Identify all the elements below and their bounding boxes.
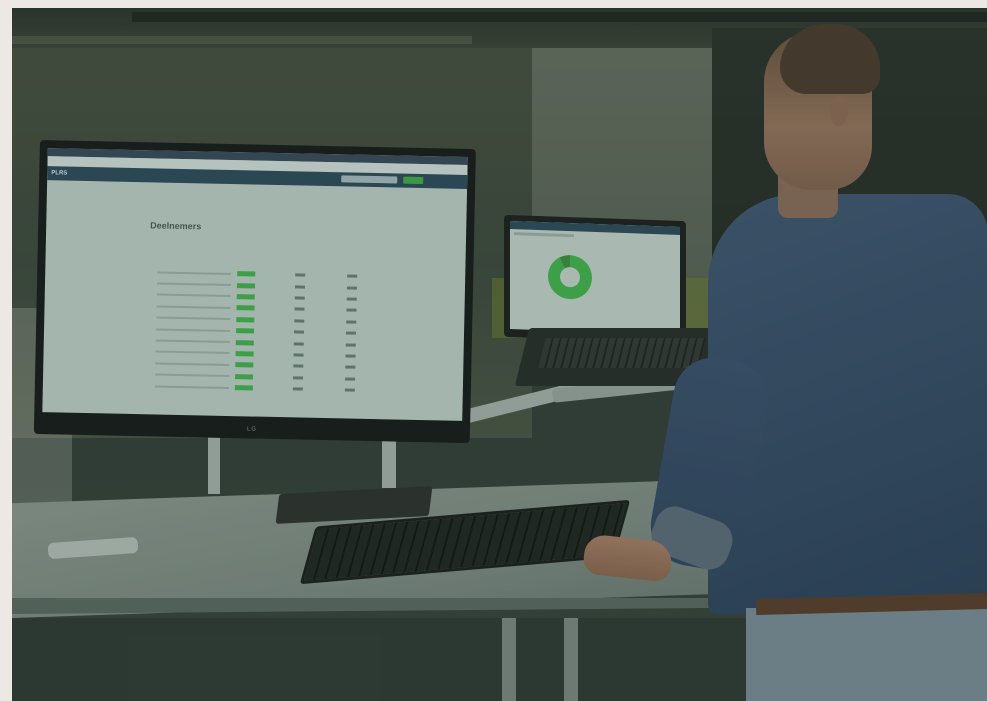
monitor-logo: LG bbox=[246, 426, 258, 433]
table-cell bbox=[294, 296, 305, 300]
status-bar bbox=[236, 294, 255, 300]
table-cell bbox=[292, 387, 303, 391]
table-cell bbox=[293, 376, 304, 380]
status-bar bbox=[235, 373, 254, 380]
ceiling-beam-light bbox=[12, 36, 472, 44]
table-cell bbox=[157, 271, 232, 275]
table-cell bbox=[345, 331, 357, 335]
table-cell bbox=[346, 297, 357, 301]
donut-chart bbox=[548, 254, 592, 300]
status-bar bbox=[237, 271, 256, 277]
table-cell bbox=[293, 364, 304, 368]
monitor-screen: PLRS Deelnemers bbox=[42, 148, 468, 421]
monitor-stand-pole bbox=[208, 432, 220, 494]
table-cell bbox=[344, 388, 355, 392]
laptop-keyboard bbox=[538, 338, 706, 368]
status-bar bbox=[236, 305, 255, 311]
table-cell bbox=[295, 273, 306, 277]
table-cell bbox=[345, 354, 356, 358]
status-bar bbox=[236, 282, 256, 289]
status-bar bbox=[235, 362, 254, 368]
table-cell bbox=[346, 286, 358, 290]
table-cell bbox=[156, 328, 231, 332]
table-cell bbox=[156, 293, 231, 298]
person-ear bbox=[830, 96, 848, 126]
nav-search-input bbox=[341, 175, 398, 184]
table-cell bbox=[156, 282, 232, 287]
status-bar bbox=[236, 316, 255, 323]
ceiling-beam bbox=[132, 12, 987, 22]
status-bar bbox=[235, 339, 254, 346]
table-cell bbox=[155, 339, 230, 344]
person-hair bbox=[780, 24, 880, 94]
table-cell bbox=[346, 308, 357, 313]
table-cell bbox=[294, 330, 305, 334]
table-cell bbox=[293, 353, 304, 357]
laptop-screen-frame bbox=[504, 214, 686, 344]
status-bar bbox=[234, 385, 253, 391]
status-bar bbox=[235, 328, 255, 334]
table-cell bbox=[345, 365, 356, 369]
laptop-tab bbox=[514, 232, 574, 238]
laptop-screen bbox=[510, 221, 680, 335]
table-cell bbox=[346, 320, 357, 324]
table-cell bbox=[293, 341, 304, 346]
table-cell bbox=[347, 274, 358, 278]
desk-leg bbox=[564, 618, 578, 701]
page-title: Deelnemers bbox=[150, 220, 202, 232]
table-cell bbox=[345, 342, 356, 347]
table-cell bbox=[155, 350, 230, 355]
status-bar bbox=[235, 351, 254, 357]
participants-table bbox=[154, 266, 388, 396]
table-cell bbox=[154, 385, 229, 389]
monitor: PLRS Deelnemers LG bbox=[33, 140, 476, 444]
desk-leg bbox=[502, 618, 516, 701]
app-brand: PLRS bbox=[51, 170, 68, 177]
table-cell bbox=[155, 373, 230, 378]
table-cell bbox=[294, 307, 305, 311]
nav-green-button bbox=[403, 176, 424, 185]
person-jeans bbox=[746, 608, 987, 701]
table-cell bbox=[155, 362, 230, 366]
table-cell bbox=[156, 305, 231, 309]
table-cell bbox=[156, 316, 231, 321]
office-photo: PLRS Deelnemers LG bbox=[12, 8, 987, 701]
table-cell bbox=[294, 284, 306, 289]
table-cell bbox=[294, 319, 305, 323]
desk-edge bbox=[12, 598, 752, 614]
table-cell bbox=[345, 377, 356, 381]
